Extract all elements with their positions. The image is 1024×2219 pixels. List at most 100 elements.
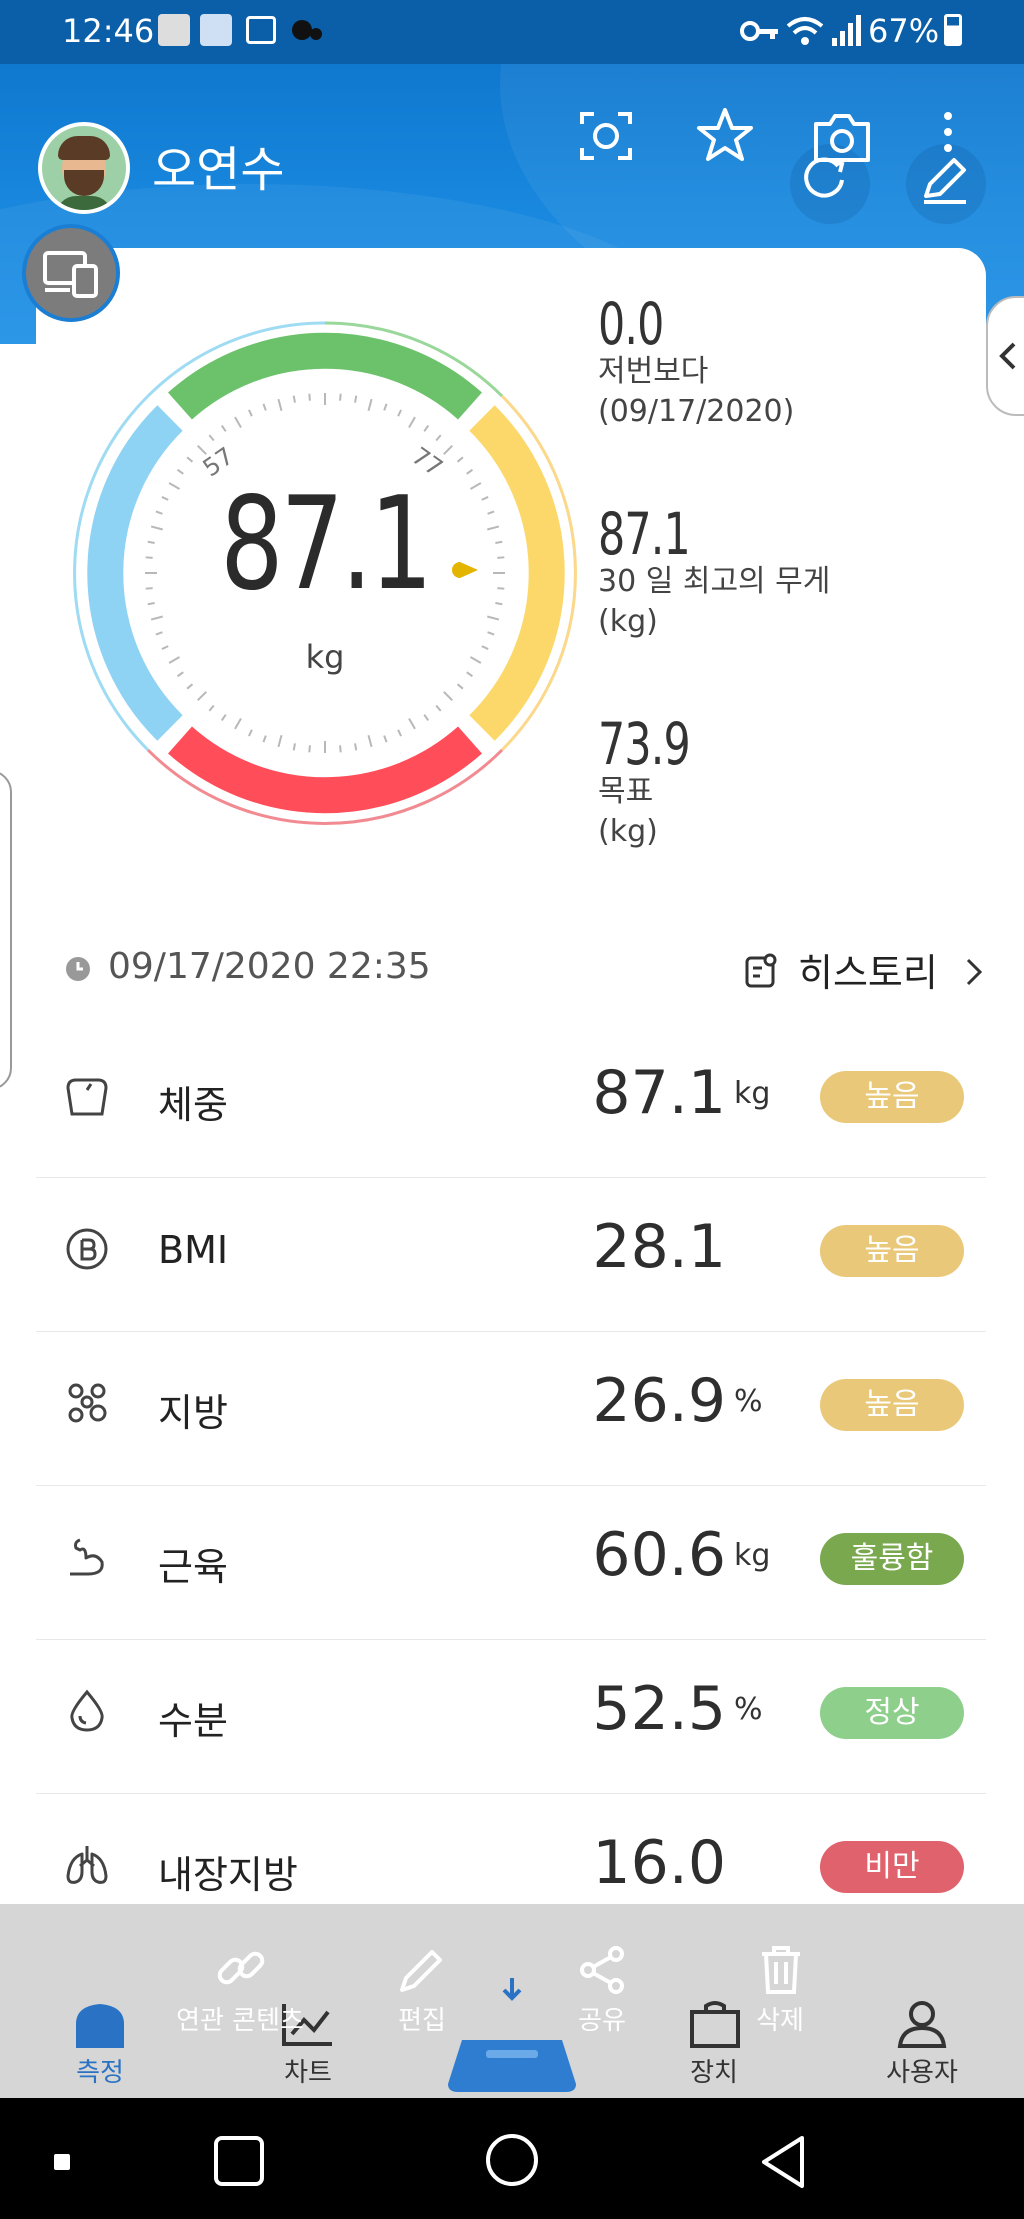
gauge-tick bbox=[208, 704, 215, 712]
gauge-tick bbox=[383, 735, 388, 743]
gauge-segment-low bbox=[87, 405, 183, 741]
stat-goal-label: 목표 bbox=[598, 774, 654, 809]
metric-row-water[interactable]: 수분 52.5 % 정상 bbox=[36, 1640, 986, 1794]
status-badge: 높음 bbox=[820, 1225, 964, 1277]
gauge-tick bbox=[367, 398, 373, 411]
delete-button[interactable]: 삭제 bbox=[730, 1944, 830, 2044]
bottom-toolbar: 측정 차트 장치 사용자 연관 콘텐츠 편집 공유 삭제 bbox=[0, 1904, 1024, 2098]
chevron-left-icon bbox=[999, 342, 1016, 370]
gauge-tick bbox=[469, 482, 482, 490]
nav-dot-icon bbox=[54, 2154, 70, 2170]
metric-value: 52.5 bbox=[592, 1674, 726, 1744]
edit-icon[interactable] bbox=[918, 152, 972, 206]
gauge-tick bbox=[168, 656, 181, 664]
share-button[interactable]: 공유 bbox=[552, 1944, 652, 2044]
pencil-icon bbox=[400, 1950, 442, 1992]
scan-icon[interactable] bbox=[578, 108, 634, 164]
gauge-tick bbox=[339, 745, 342, 753]
gauge-tick bbox=[161, 645, 169, 650]
status-badge: 훌륭함 bbox=[820, 1533, 964, 1585]
recent-apps-icon[interactable] bbox=[214, 2136, 264, 2186]
edge-panel-handle[interactable] bbox=[0, 770, 12, 1090]
metric-value: 60.6 bbox=[592, 1520, 726, 1590]
status-bar: 12:46 67% bbox=[0, 0, 1024, 64]
gauge-unit: kg bbox=[305, 638, 345, 676]
water-drop-icon bbox=[70, 1689, 104, 1732]
stat-30day-max-unit: (kg) bbox=[598, 604, 658, 639]
gauge-tick bbox=[292, 395, 296, 403]
gauge-tick bbox=[145, 587, 153, 590]
tab-measure[interactable]: 측정 bbox=[50, 1994, 150, 2094]
status-time: 12:46 bbox=[62, 12, 155, 50]
stat-30day-max-label: 30 일 최고의 무게 bbox=[598, 564, 831, 599]
messenger-icon bbox=[292, 20, 312, 40]
gauge-tick bbox=[277, 735, 283, 748]
share-icon bbox=[580, 1946, 624, 1994]
measurement-datetime: 09/17/2020 22:35 bbox=[108, 946, 431, 987]
gauge-tick bbox=[308, 393, 311, 401]
lungs-icon bbox=[66, 1846, 108, 1884]
metric-label: 체중 bbox=[158, 1083, 228, 1127]
gauge-tick bbox=[186, 683, 194, 690]
battery-icon bbox=[944, 14, 962, 46]
action-label: 연관 콘텐츠 bbox=[176, 2006, 304, 2036]
gauge-tick bbox=[408, 416, 416, 429]
metric-label: 내장지방 bbox=[158, 1853, 298, 1897]
refresh-icon[interactable] bbox=[798, 152, 850, 204]
star-icon[interactable] bbox=[696, 106, 754, 164]
wifi-icon bbox=[786, 17, 824, 45]
gauge-tick bbox=[487, 631, 495, 636]
stat-previous-value: 0.0 bbox=[598, 290, 664, 358]
signal-icon bbox=[832, 15, 861, 46]
gauge-tick bbox=[308, 745, 311, 753]
gauge-tick bbox=[176, 468, 184, 475]
vpn-key-icon bbox=[740, 21, 778, 41]
status-badge: 비만 bbox=[820, 1841, 964, 1893]
more-menu-icon[interactable] bbox=[944, 112, 952, 120]
gauge-tick bbox=[456, 456, 464, 463]
image-icon bbox=[246, 16, 276, 44]
metric-value: 26.9 bbox=[592, 1366, 726, 1436]
trash-icon bbox=[762, 1946, 800, 1994]
status-badge: 높음 bbox=[820, 1379, 964, 1431]
gauge-tick bbox=[234, 416, 242, 429]
home-nav-icon[interactable] bbox=[486, 2134, 538, 2186]
gauge-tick bbox=[443, 691, 453, 701]
history-link[interactable]: 히스토리 bbox=[742, 940, 992, 1000]
gauge-tick bbox=[145, 556, 153, 559]
back-icon[interactable] bbox=[758, 2134, 808, 2190]
gauge-tick bbox=[408, 717, 416, 730]
action-label: 삭제 bbox=[756, 2006, 804, 2036]
action-label: 공유 bbox=[578, 2006, 626, 2036]
tab-label: 측정 bbox=[76, 2058, 124, 2088]
user-name: 오연수 bbox=[152, 142, 285, 198]
gauge-needle-icon bbox=[452, 562, 478, 578]
avatar[interactable] bbox=[38, 122, 130, 214]
notification-avatar-icon bbox=[158, 14, 190, 46]
gauge-tick bbox=[495, 602, 503, 606]
side-drawer-tab[interactable] bbox=[986, 296, 1024, 416]
related-content-button[interactable]: 연관 콘텐츠 bbox=[170, 1944, 310, 2044]
metric-unit: % bbox=[734, 1692, 763, 1727]
gauge-tick bbox=[435, 434, 442, 442]
metric-value: 28.1 bbox=[592, 1212, 726, 1282]
chevron-right-icon bbox=[966, 958, 983, 986]
metric-row-fat[interactable]: 지방 26.9 % 높음 bbox=[36, 1332, 986, 1486]
metric-row-bmi[interactable]: BMI 28.1 높음 bbox=[36, 1178, 986, 1332]
gauge-tick bbox=[497, 587, 505, 590]
metric-label: BMI bbox=[158, 1228, 229, 1272]
metric-unit: kg bbox=[734, 1538, 771, 1573]
metric-row-weight[interactable]: 체중 87.1 kg 높음 bbox=[36, 1024, 986, 1178]
tab-user[interactable]: 사용자 bbox=[872, 1994, 972, 2094]
metric-row-muscle[interactable]: 근육 60.6 kg 훌륭함 bbox=[36, 1486, 986, 1640]
device-toggle-button[interactable] bbox=[22, 224, 120, 322]
edit-button[interactable]: 편집 bbox=[372, 1944, 472, 2044]
action-label: 편집 bbox=[398, 2006, 446, 2036]
gauge-tick bbox=[339, 393, 342, 401]
arrow-down-icon bbox=[502, 1978, 522, 2001]
gauge-tick bbox=[277, 398, 283, 411]
gauge-tick bbox=[168, 482, 181, 490]
bmi-icon bbox=[66, 1228, 108, 1270]
notification-app-icon bbox=[200, 14, 232, 46]
gauge-tick bbox=[487, 525, 500, 531]
